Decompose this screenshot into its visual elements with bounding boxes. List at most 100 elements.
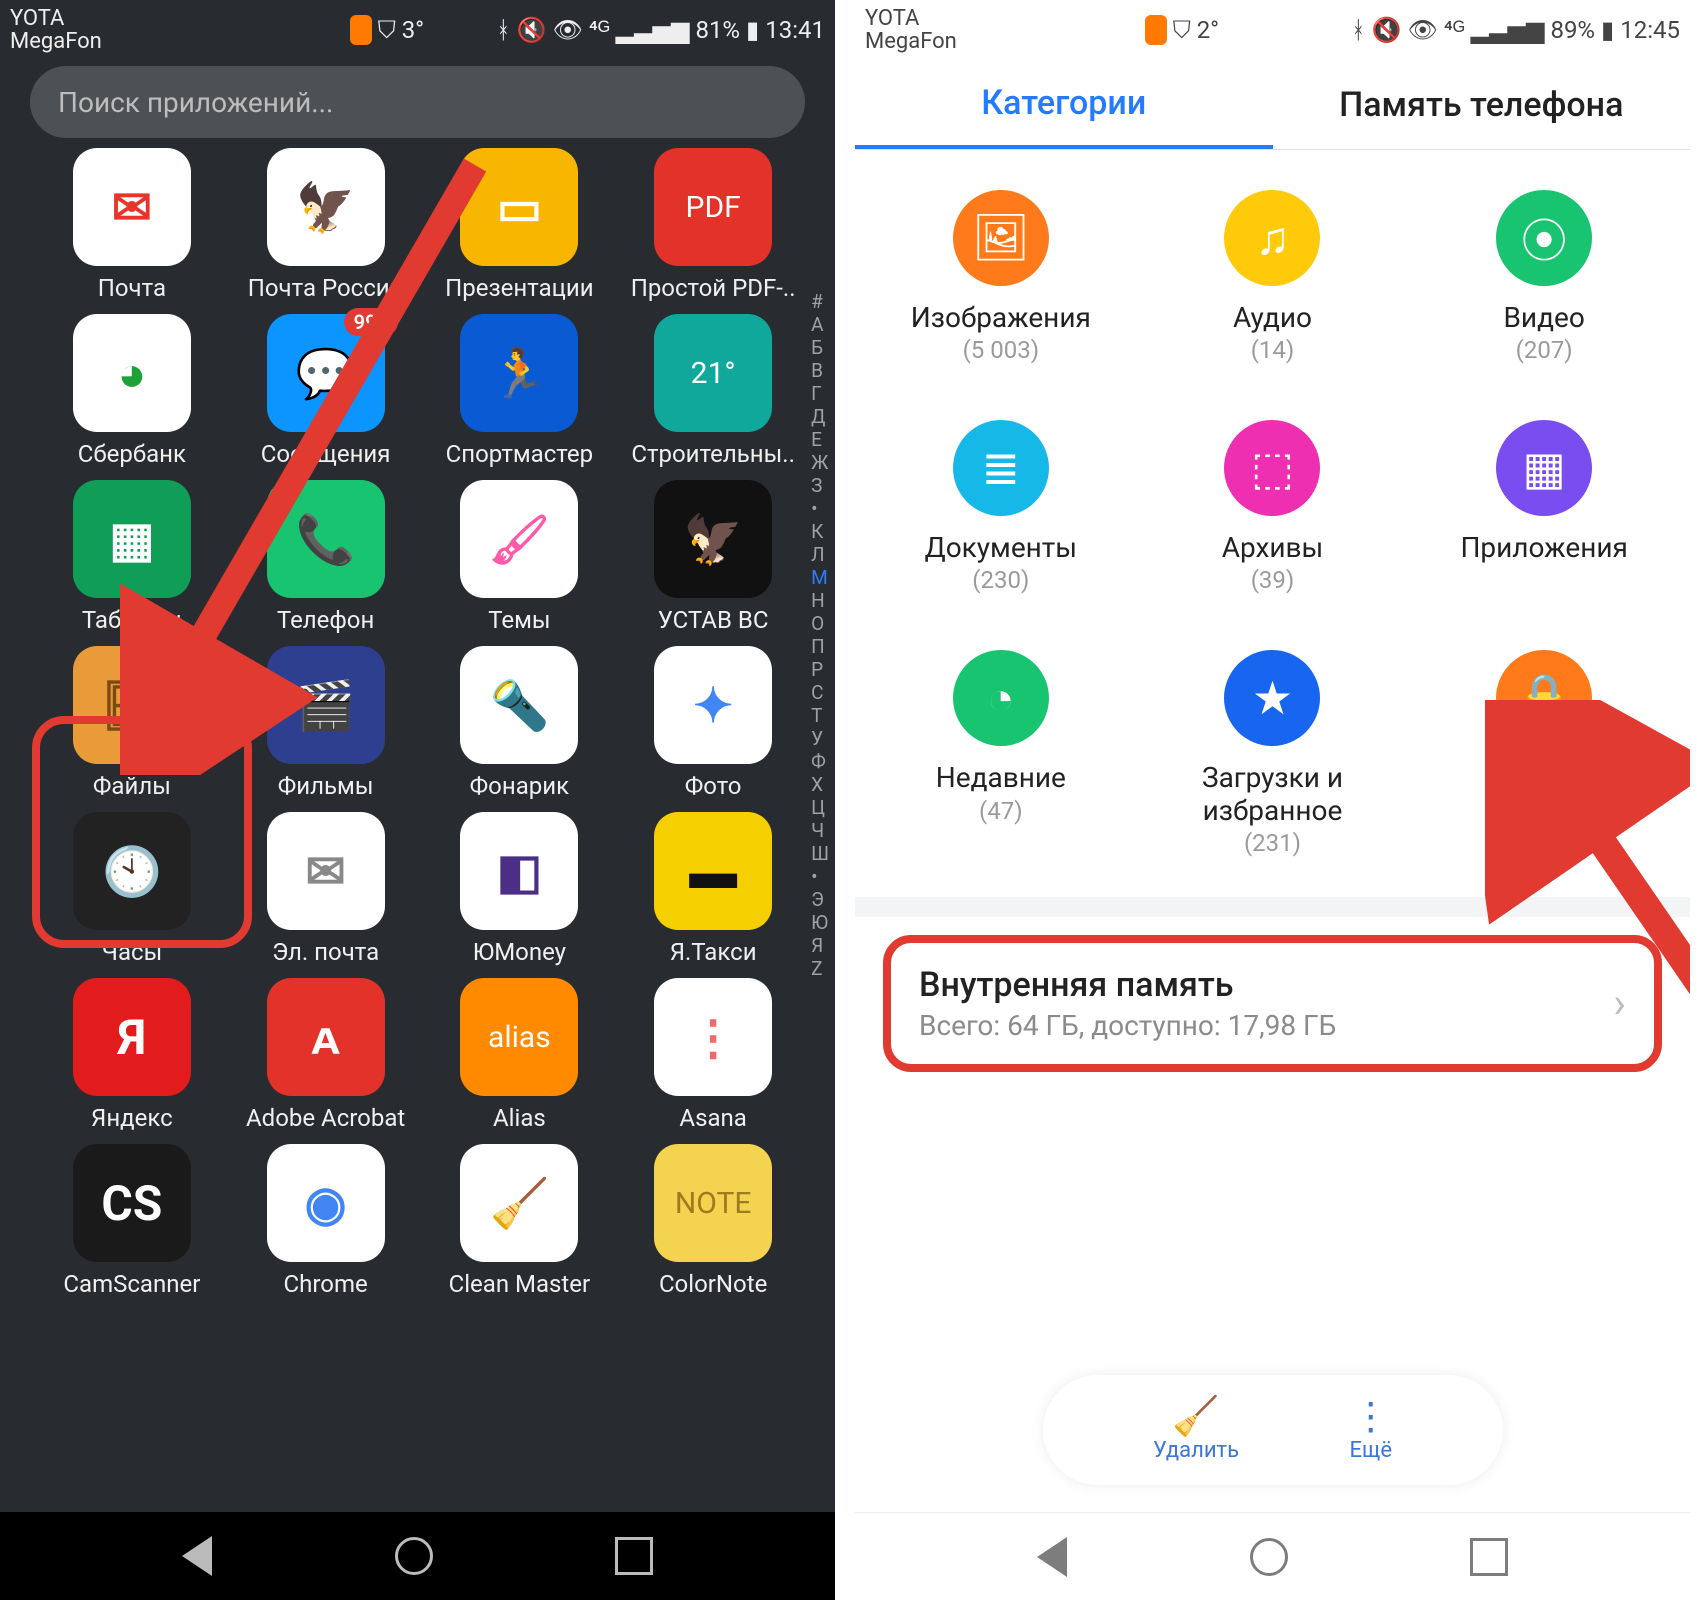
alpha-С[interactable]: С bbox=[811, 681, 829, 704]
app-таблицы[interactable]: ▦Таблицы bbox=[40, 480, 224, 634]
alpha-Т[interactable]: Т bbox=[811, 704, 829, 727]
app-эл-почта[interactable]: ✉Эл. почта bbox=[234, 812, 418, 966]
category-загрузки-и-избранное[interactable]: ★Загрузки и избранное(231) bbox=[1137, 650, 1409, 856]
alpha-Ф[interactable]: Ф bbox=[811, 750, 829, 773]
app-colornote[interactable]: NOTEColorNote bbox=[621, 1144, 805, 1298]
category-видео[interactable]: ⦿Видео(207) bbox=[1408, 190, 1680, 364]
category-count: (207) bbox=[1516, 336, 1573, 364]
alpha-scroller[interactable]: #АБВГДЕЖЗ•КЛМНОПРСТУФХЦЧШ•ЭЮЯZ bbox=[811, 290, 829, 980]
app-grid: ✉Почта🦅Почта России▭ПрезентацииPDFПросто… bbox=[0, 148, 835, 1298]
more-button[interactable]: ⋮ Ещё bbox=[1350, 1398, 1393, 1463]
category-архивы[interactable]: ⬚Архивы(39) bbox=[1137, 420, 1409, 594]
android-navbar bbox=[855, 1512, 1690, 1600]
category-label: Изображения bbox=[911, 302, 1091, 334]
app-adobe-acrobat[interactable]: ᴀAdobe Acrobat bbox=[234, 978, 418, 1132]
app-я-такси[interactable]: ▬Я.Такси bbox=[621, 812, 805, 966]
app-label: Фильмы bbox=[278, 772, 374, 800]
alpha-•[interactable]: • bbox=[811, 865, 829, 888]
app-label: Alias bbox=[493, 1104, 546, 1132]
alpha-Л[interactable]: Л bbox=[811, 543, 829, 566]
alpha-Х[interactable]: Х bbox=[811, 773, 829, 796]
alpha-Z[interactable]: Z bbox=[811, 957, 829, 980]
category-недавние[interactable]: ◔Недавние(47) bbox=[865, 650, 1137, 856]
alpha-Г[interactable]: Г bbox=[811, 382, 829, 405]
category-изображения[interactable]: 🖼Изображения(5 003) bbox=[865, 190, 1137, 364]
alpha-П[interactable]: П bbox=[811, 635, 829, 658]
app-icon: ⋮ bbox=[654, 978, 772, 1096]
app-asana[interactable]: ⋮Asana bbox=[621, 978, 805, 1132]
app-почта[interactable]: ✉Почта bbox=[40, 148, 224, 302]
home-button[interactable] bbox=[395, 1537, 433, 1575]
app-простой-pdf-[interactable]: PDFПростой PDF-.. bbox=[621, 148, 805, 302]
search-placeholder: Поиск приложений... bbox=[58, 86, 333, 119]
app-файлы[interactable]: 🗄Файлы bbox=[40, 646, 224, 800]
app-яндекс[interactable]: ЯЯндекс bbox=[40, 978, 224, 1132]
carrier-label: YOTA MegaFon bbox=[865, 7, 957, 53]
alpha-Э[interactable]: Э bbox=[811, 888, 829, 911]
alpha-•[interactable]: • bbox=[811, 497, 829, 520]
alpha-У[interactable]: У bbox=[811, 727, 829, 750]
alpha-М[interactable]: М bbox=[811, 566, 829, 589]
tab-bar: Категории Память телефона bbox=[855, 60, 1690, 150]
mute-icon: 🔇 bbox=[517, 16, 547, 44]
category-count: (231) bbox=[1244, 829, 1301, 857]
app-camscanner[interactable]: CSCamScanner bbox=[40, 1144, 224, 1298]
app-alias[interactable]: aliasAlias bbox=[428, 978, 612, 1132]
app-сбербанк[interactable]: ◕Сбербанк bbox=[40, 314, 224, 468]
app-презентации[interactable]: ▭Презентации bbox=[428, 148, 612, 302]
app-почта-россии[interactable]: 🦅Почта России bbox=[234, 148, 418, 302]
android-navbar bbox=[0, 1512, 835, 1600]
alpha-Р[interactable]: Р bbox=[811, 658, 829, 681]
app-спортмастер[interactable]: 🏃Спортмастер bbox=[428, 314, 612, 468]
app-темы[interactable]: 🖌Темы bbox=[428, 480, 612, 634]
clock-text: 12:45 bbox=[1620, 16, 1680, 44]
category-аудио[interactable]: ♫Аудио(14) bbox=[1137, 190, 1409, 364]
category-приложения[interactable]: ▦Приложения bbox=[1408, 420, 1680, 594]
alpha-#[interactable]: # bbox=[811, 290, 829, 313]
app-юmoney[interactable]: ◧ЮMoney bbox=[428, 812, 612, 966]
tab-categories[interactable]: Категории bbox=[855, 60, 1273, 149]
app-телефон[interactable]: 📞Телефон bbox=[234, 480, 418, 634]
app-фото[interactable]: ✦Фото bbox=[621, 646, 805, 800]
app-устав-вс[interactable]: 🦅УСТАВ ВС bbox=[621, 480, 805, 634]
recents-button[interactable] bbox=[615, 1537, 653, 1575]
tab-phone-storage[interactable]: Память телефона bbox=[1273, 60, 1691, 149]
signal-icon: ▂▃▅▆ bbox=[616, 16, 690, 44]
alpha-Ч[interactable]: Ч bbox=[811, 819, 829, 842]
app-icon: ◉ bbox=[267, 1144, 385, 1262]
alpha-Е[interactable]: Е bbox=[811, 428, 829, 451]
app-chrome[interactable]: ◉Chrome bbox=[234, 1144, 418, 1298]
app-фильмы[interactable]: 🎬Фильмы bbox=[234, 646, 418, 800]
app-label: Яндекс bbox=[91, 1104, 173, 1132]
alpha-Я[interactable]: Я bbox=[811, 934, 829, 957]
internal-storage-row[interactable]: Внутренняя память Всего: 64 ГБ, доступно… bbox=[883, 935, 1662, 1072]
alpha-К[interactable]: К bbox=[811, 520, 829, 543]
app-icon: ◧ bbox=[460, 812, 578, 930]
alpha-Ж[interactable]: Ж bbox=[811, 451, 829, 474]
app-сообщения[interactable]: 💬99+Сообщения bbox=[234, 314, 418, 468]
category-icon: ★ bbox=[1224, 650, 1320, 746]
alpha-Ц[interactable]: Ц bbox=[811, 796, 829, 819]
signal-4g-icon: ⁴ᴳ bbox=[1444, 16, 1465, 45]
app-фонарик[interactable]: 🔦Фонарик bbox=[428, 646, 612, 800]
alpha-А[interactable]: А bbox=[811, 313, 829, 336]
category-документы[interactable]: ≣Документы(230) bbox=[865, 420, 1137, 594]
app-строительны-[interactable]: 21°Строительны.. bbox=[621, 314, 805, 468]
home-button[interactable] bbox=[1250, 1538, 1288, 1576]
clean-button[interactable]: 🧹 Удалить bbox=[1153, 1398, 1239, 1463]
app-clean-master[interactable]: 🧹Clean Master bbox=[428, 1144, 612, 1298]
back-button[interactable] bbox=[1037, 1537, 1067, 1577]
app-часы[interactable]: 🕙Часы bbox=[40, 812, 224, 966]
alpha-Н[interactable]: Н bbox=[811, 589, 829, 612]
alpha-Д[interactable]: Д bbox=[811, 405, 829, 428]
category-личное[interactable]: 🔒Личное bbox=[1408, 650, 1680, 856]
alpha-Б[interactable]: Б bbox=[811, 336, 829, 359]
alpha-В[interactable]: В bbox=[811, 359, 829, 382]
alpha-Ю[interactable]: Ю bbox=[811, 911, 829, 934]
recents-button[interactable] bbox=[1470, 1538, 1508, 1576]
search-input[interactable]: Поиск приложений... bbox=[30, 66, 805, 138]
alpha-З[interactable]: З bbox=[811, 474, 829, 497]
back-button[interactable] bbox=[182, 1536, 212, 1576]
alpha-Ш[interactable]: Ш bbox=[811, 842, 829, 865]
alpha-О[interactable]: О bbox=[811, 612, 829, 635]
